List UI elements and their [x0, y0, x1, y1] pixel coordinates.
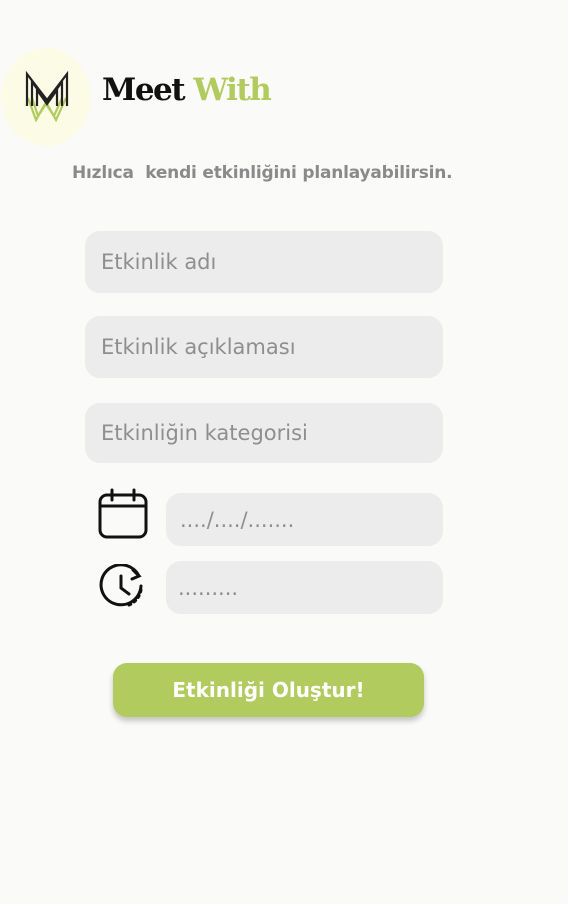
event-name-input[interactable] — [85, 231, 443, 293]
event-date-input[interactable] — [166, 493, 443, 546]
event-time-input[interactable] — [166, 561, 443, 614]
page-subtitle: Hızlıca kendi etkinliğini planlayabilirs… — [72, 163, 453, 183]
event-description-input[interactable] — [85, 316, 443, 378]
event-category-input[interactable] — [85, 403, 443, 463]
app-title: Meet With — [102, 72, 272, 108]
clock-icon[interactable] — [99, 564, 145, 610]
create-event-button[interactable]: Etkinliği Oluştur! — [113, 663, 424, 717]
brand-word-meet: Meet — [102, 72, 186, 108]
brand-word-with: With — [193, 72, 271, 108]
calendar-icon[interactable] — [97, 488, 151, 540]
meetwith-logo-icon — [25, 70, 69, 122]
